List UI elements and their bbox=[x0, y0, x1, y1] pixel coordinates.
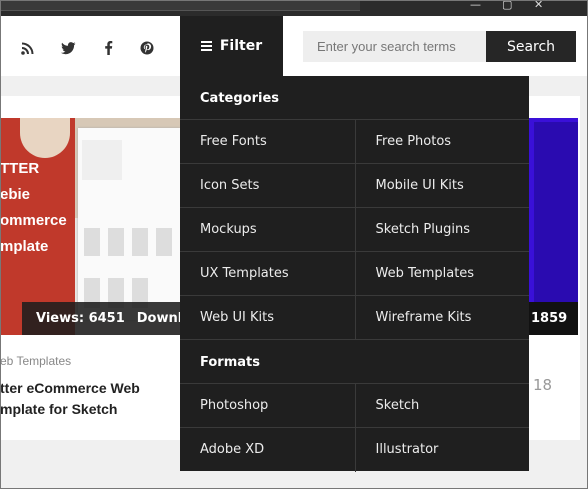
thumbnail-text-line: ebie bbox=[0, 186, 31, 203]
formats-row: Adobe XD Illustrator bbox=[180, 427, 529, 472]
card-stats-bar: Views: 6451 Downlo bbox=[22, 302, 180, 335]
views-count-right: 1859 bbox=[528, 302, 578, 335]
category-mockups[interactable]: Mockups bbox=[180, 208, 355, 252]
dropdown-divider bbox=[180, 339, 529, 340]
categories-row: Web UI Kits Wireframe Kits bbox=[180, 295, 529, 340]
facebook-icon[interactable] bbox=[100, 40, 116, 56]
card-number-right: 18 bbox=[533, 376, 553, 394]
twitter-icon[interactable] bbox=[60, 40, 76, 56]
category-web-ui-kits[interactable]: Web UI Kits bbox=[180, 296, 355, 340]
filter-button[interactable]: Filter bbox=[180, 16, 283, 76]
search-input[interactable] bbox=[303, 31, 486, 62]
mockup-product bbox=[84, 228, 100, 256]
categories-heading: Categories bbox=[200, 91, 280, 106]
formats-heading: Formats bbox=[200, 355, 260, 370]
category-free-fonts[interactable]: Free Fonts bbox=[180, 120, 355, 164]
minimize-icon[interactable]: — bbox=[470, 0, 481, 10]
category-wireframe-kits[interactable]: Wireframe Kits bbox=[354, 296, 530, 340]
browser-bar: — ▢ ✕ bbox=[0, 0, 588, 16]
thumbnail-mockup bbox=[78, 128, 180, 320]
views-count: Views: 6451 bbox=[36, 311, 125, 326]
thumbnail-text-line: ommerce bbox=[0, 212, 67, 229]
format-adobe-xd[interactable]: Adobe XD bbox=[180, 428, 355, 472]
format-photoshop[interactable]: Photoshop bbox=[180, 384, 355, 428]
filter-dropdown: Categories Free Fonts Free Photos Icon S… bbox=[180, 76, 529, 472]
categories-row: Icon Sets Mobile UI Kits bbox=[180, 163, 529, 208]
downloads-count: Downlo bbox=[136, 311, 180, 326]
mockup-product bbox=[156, 228, 172, 256]
category-free-photos[interactable]: Free Photos bbox=[354, 120, 530, 164]
category-sketch-plugins[interactable]: Sketch Plugins bbox=[354, 208, 530, 252]
mockup-product bbox=[132, 228, 148, 256]
thumbnail-text-line: mplate bbox=[0, 238, 49, 255]
hamburger-icon bbox=[200, 41, 212, 51]
format-illustrator[interactable]: Illustrator bbox=[354, 428, 530, 472]
category-ux-templates[interactable]: UX Templates bbox=[180, 252, 355, 296]
maximize-icon[interactable]: ▢ bbox=[502, 0, 512, 10]
formats-row: Photoshop Sketch bbox=[180, 383, 529, 428]
category-web-templates[interactable]: Web Templates bbox=[354, 252, 530, 296]
category-mobile-ui-kits[interactable]: Mobile UI Kits bbox=[354, 164, 530, 208]
mockup-hero bbox=[82, 140, 122, 180]
thumbnail-text-line: TTER bbox=[0, 160, 40, 177]
filter-label: Filter bbox=[219, 38, 263, 54]
categories-row: UX Templates Web Templates bbox=[180, 251, 529, 296]
format-sketch[interactable]: Sketch bbox=[354, 384, 530, 428]
mockup-product bbox=[108, 228, 124, 256]
card-title-line: tter eCommerce Web bbox=[0, 380, 140, 396]
close-icon[interactable]: ✕ bbox=[534, 0, 543, 10]
thumbnail-text: TTER ebie ommerce mplate bbox=[0, 156, 67, 260]
categories-row: Free Fonts Free Photos bbox=[180, 119, 529, 164]
search-button-label: Search bbox=[506, 38, 556, 55]
card-title-line: mplate for Sketch bbox=[0, 401, 118, 417]
search-button[interactable]: Search bbox=[486, 31, 576, 62]
card-title[interactable]: tter eCommerce Web mplate for Sketch bbox=[0, 378, 180, 420]
category-icon-sets[interactable]: Icon Sets bbox=[180, 164, 355, 208]
thumbnail-right-panel bbox=[534, 122, 578, 302]
pinterest-icon[interactable] bbox=[139, 40, 155, 56]
address-bar[interactable] bbox=[0, 0, 360, 11]
rss-icon[interactable] bbox=[19, 40, 35, 56]
categories-row: Mockups Sketch Plugins bbox=[180, 207, 529, 252]
card-category[interactable]: eb Templates bbox=[0, 354, 71, 368]
